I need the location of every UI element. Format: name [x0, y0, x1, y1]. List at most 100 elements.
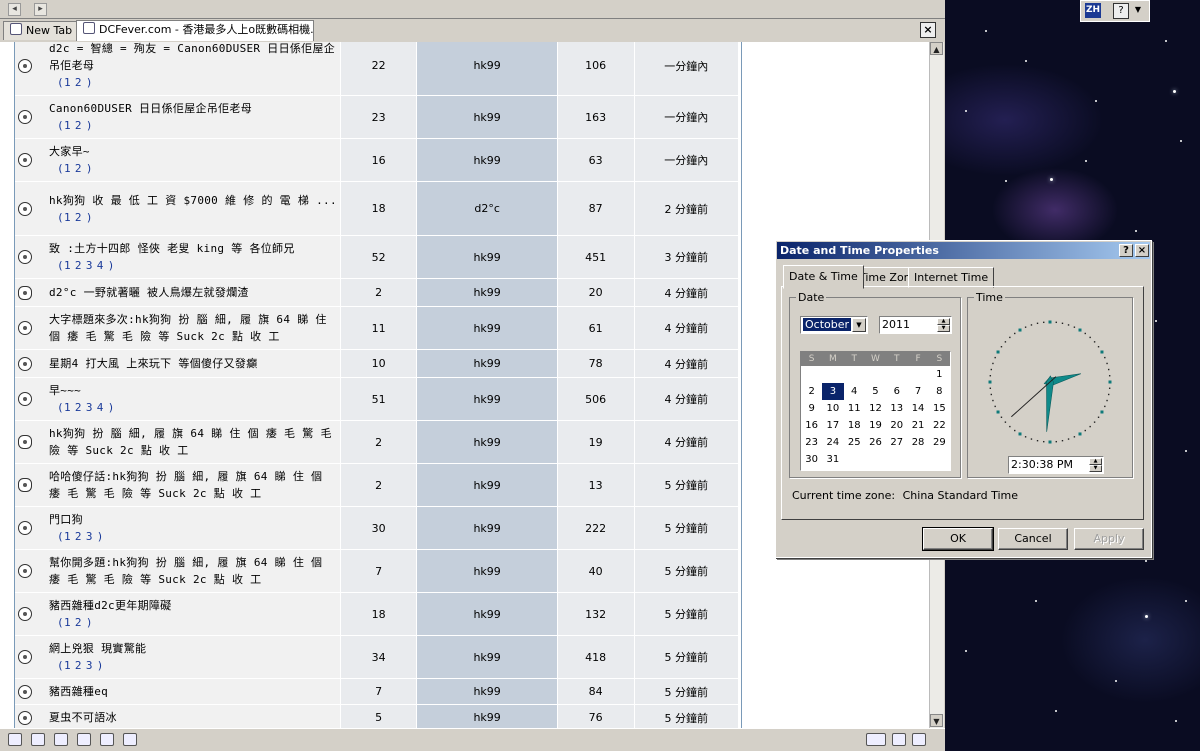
- calendar-day[interactable]: 26: [865, 434, 886, 451]
- calendar-day[interactable]: 4: [844, 383, 865, 400]
- thread-title-link[interactable]: hk狗狗 扮 腦 細, 履 旗 64 睇 住 個 痿 毛 驚 毛 險 等 Suc…: [49, 425, 338, 459]
- thread-author[interactable]: hk99: [416, 95, 558, 139]
- thread-title-link[interactable]: Canon60DUSER 日日係佢屋企吊佢老母: [49, 100, 252, 117]
- calendar-day[interactable]: 28: [907, 434, 928, 451]
- help-icon[interactable]: ?: [1113, 3, 1129, 19]
- calendar-day[interactable]: 18: [844, 417, 865, 434]
- thread-title-link[interactable]: hk狗狗 收 最 低 工 資 $7000 維 修 的 電 梯 ...: [49, 192, 337, 209]
- table-row[interactable]: 星期4 打大風 上來玩下 等個傻仔又發癲 10 hk99 78 4 分鐘前: [15, 349, 739, 378]
- thread-title-link[interactable]: 網上兇狠 現實驚能: [49, 640, 146, 657]
- thread-author[interactable]: hk99: [416, 549, 558, 593]
- calendar-day[interactable]: 25: [844, 434, 865, 451]
- table-row[interactable]: 幫你開多題:hk狗狗 扮 腦 細, 履 旗 64 睇 住 個 痿 毛 驚 毛 險…: [15, 549, 739, 593]
- calendar-day[interactable]: 23: [801, 434, 822, 451]
- thread-author[interactable]: hk99: [416, 420, 558, 464]
- calendar-day[interactable]: 15: [929, 400, 950, 417]
- thread-author[interactable]: hk99: [416, 235, 558, 279]
- page-link[interactable]: 3: [86, 259, 93, 272]
- table-row[interactable]: 大字標題來多次:hk狗狗 扮 腦 細, 履 旗 64 睇 住 個 痿 毛 驚 毛…: [15, 306, 739, 350]
- table-row[interactable]: 夏虫不可語冰 5 hk99 76 5 分鐘前: [15, 704, 739, 728]
- thread-title-link[interactable]: 豬西雜種eq: [49, 683, 108, 700]
- thread-author[interactable]: hk99: [416, 138, 558, 182]
- table-row[interactable]: 哈哈傻仔話:hk狗狗 扮 腦 細, 履 旗 64 睇 住 個 痿 毛 驚 毛 險…: [15, 463, 739, 507]
- calendar-day[interactable]: 21: [907, 417, 928, 434]
- calendar-day[interactable]: 6: [886, 383, 907, 400]
- thread-title-link[interactable]: 夏虫不可語冰: [49, 709, 117, 726]
- thread-title-link[interactable]: d2°c 一野就著曬 被人鳥爆左就發爛渣: [49, 284, 249, 301]
- chevron-down-icon[interactable]: ▼: [852, 318, 866, 332]
- calendar-day[interactable]: 11: [844, 400, 865, 417]
- mail-icon[interactable]: [31, 733, 45, 746]
- thread-author[interactable]: hk99: [416, 635, 558, 679]
- thread-author[interactable]: d2°c: [416, 181, 558, 236]
- calendar-day[interactable]: 2: [801, 383, 822, 400]
- thread-author[interactable]: hk99: [416, 463, 558, 507]
- table-row[interactable]: 門口狗 (1 2 3) 30 hk99 222 5 分鐘前: [15, 506, 739, 550]
- month-select[interactable]: October ▼: [800, 316, 868, 334]
- thread-title-link[interactable]: 豬西雜種d2c更年期障礙: [49, 597, 171, 614]
- page-link[interactable]: 1: [64, 119, 71, 132]
- thread-title-link[interactable]: d2c = 智總 = 殉友 = Canon60DUSER 日日係佢屋企吊佢老母: [49, 42, 338, 74]
- thread-author[interactable]: hk99: [416, 306, 558, 350]
- thread-title-link[interactable]: 早~~~: [49, 382, 115, 399]
- calendar-day[interactable]: 16: [801, 417, 822, 434]
- page-link[interactable]: 1: [64, 659, 71, 672]
- thread-author[interactable]: hk99: [416, 377, 558, 421]
- page-link[interactable]: 1: [64, 401, 71, 414]
- calendar-day[interactable]: 19: [865, 417, 886, 434]
- page-link[interactable]: 2: [75, 76, 82, 89]
- calendar-day[interactable]: 12: [865, 400, 886, 417]
- page-link[interactable]: 3: [86, 530, 93, 543]
- user-icon[interactable]: [54, 733, 68, 746]
- table-row[interactable]: 網上兇狠 現實驚能 (1 2 3) 34 hk99 418 5 分鐘前: [15, 635, 739, 679]
- calendar-day[interactable]: 29: [929, 434, 950, 451]
- table-row[interactable]: d2c = 智總 = 殉友 = Canon60DUSER 日日係佢屋企吊佢老母 (…: [15, 42, 739, 96]
- page-link[interactable]: 2: [75, 530, 82, 543]
- thread-title-link[interactable]: 星期4 打大風 上來玩下 等個傻仔又發癲: [49, 355, 258, 372]
- calendar-day[interactable]: 1: [929, 366, 950, 383]
- calendar-day[interactable]: 20: [886, 417, 907, 434]
- calendar-day[interactable]: 31: [822, 451, 843, 468]
- tab-dcfever[interactable]: DCFever.com - 香港最多人上o既數碼相機...: [76, 20, 314, 41]
- calendar-day[interactable]: 5: [865, 383, 886, 400]
- thread-author[interactable]: hk99: [416, 678, 558, 705]
- tab-date-time[interactable]: Date & Time: [783, 265, 864, 289]
- year-spinner[interactable]: 2011 ▲ ▼: [879, 316, 952, 334]
- page-link[interactable]: 1: [64, 162, 71, 175]
- calendar-day[interactable]: 3: [822, 383, 844, 400]
- language-indicator[interactable]: ZH: [1085, 3, 1101, 18]
- thread-title-link[interactable]: 大字標題來多次:hk狗狗 扮 腦 細, 履 旗 64 睇 住 個 痿 毛 驚 毛…: [49, 311, 338, 345]
- page-link[interactable]: 1: [64, 211, 71, 224]
- scroll-up-icon[interactable]: ▲: [930, 42, 943, 55]
- dialog-titlebar[interactable]: Date and Time Properties ? ×: [777, 242, 1150, 259]
- thread-title-link[interactable]: 幫你開多題:hk狗狗 扮 腦 細, 履 旗 64 睇 住 個 痿 毛 驚 毛 險…: [49, 554, 338, 588]
- table-row[interactable]: Canon60DUSER 日日係佢屋企吊佢老母 (1 2) 23 hk99 163 一分鐘內: [15, 95, 739, 139]
- tab-internet-time[interactable]: Internet Time: [908, 267, 995, 288]
- calendar-day[interactable]: 27: [886, 434, 907, 451]
- calendar-day[interactable]: 8: [929, 383, 950, 400]
- thread-author[interactable]: hk99: [416, 592, 558, 636]
- page-link[interactable]: 4: [97, 259, 104, 272]
- page-link[interactable]: 2: [75, 659, 82, 672]
- thread-title-link[interactable]: 致 :土方十四郎 怪俠 老叟 king 等 各位師兄: [49, 240, 295, 257]
- time-spin-buttons[interactable]: ▲ ▼: [1089, 458, 1102, 472]
- page-link[interactable]: 2: [75, 162, 82, 175]
- forward-arrow-icon[interactable]: ▸: [34, 3, 47, 16]
- calendar-day[interactable]: 9: [801, 400, 822, 417]
- thread-author[interactable]: hk99: [416, 704, 558, 728]
- thread-author[interactable]: hk99: [416, 278, 558, 307]
- page-link[interactable]: 1: [64, 76, 71, 89]
- table-row[interactable]: hk狗狗 收 最 低 工 資 $7000 維 修 的 電 梯 ... (1 2) 18…: [15, 181, 739, 236]
- page-link[interactable]: 3: [86, 659, 93, 672]
- calendar-day-grid[interactable]: 1 2 3 4 5 6 7 8 9 10 11 12 13 14 15 16 17 18 19 20 21 22 23 24 2…: [801, 366, 950, 468]
- table-row[interactable]: 致 :土方十四郎 怪俠 老叟 king 等 各位師兄 (1 2 3 4) 52 hk99 45…: [15, 235, 739, 279]
- calendar-day[interactable]: 7: [907, 383, 928, 400]
- page-link[interactable]: 2: [75, 401, 82, 414]
- apply-button[interactable]: Apply: [1074, 528, 1144, 550]
- lock-icon[interactable]: [892, 733, 906, 746]
- thread-title-link[interactable]: 哈哈傻仔話:hk狗狗 扮 腦 細, 履 旗 64 睇 住 個 痿 毛 驚 毛 險…: [49, 468, 338, 502]
- close-button[interactable]: ×: [1135, 244, 1149, 257]
- monitor-icon[interactable]: [912, 733, 926, 746]
- thread-title-link[interactable]: 大家早~: [49, 143, 93, 160]
- page-link[interactable]: 4: [97, 401, 104, 414]
